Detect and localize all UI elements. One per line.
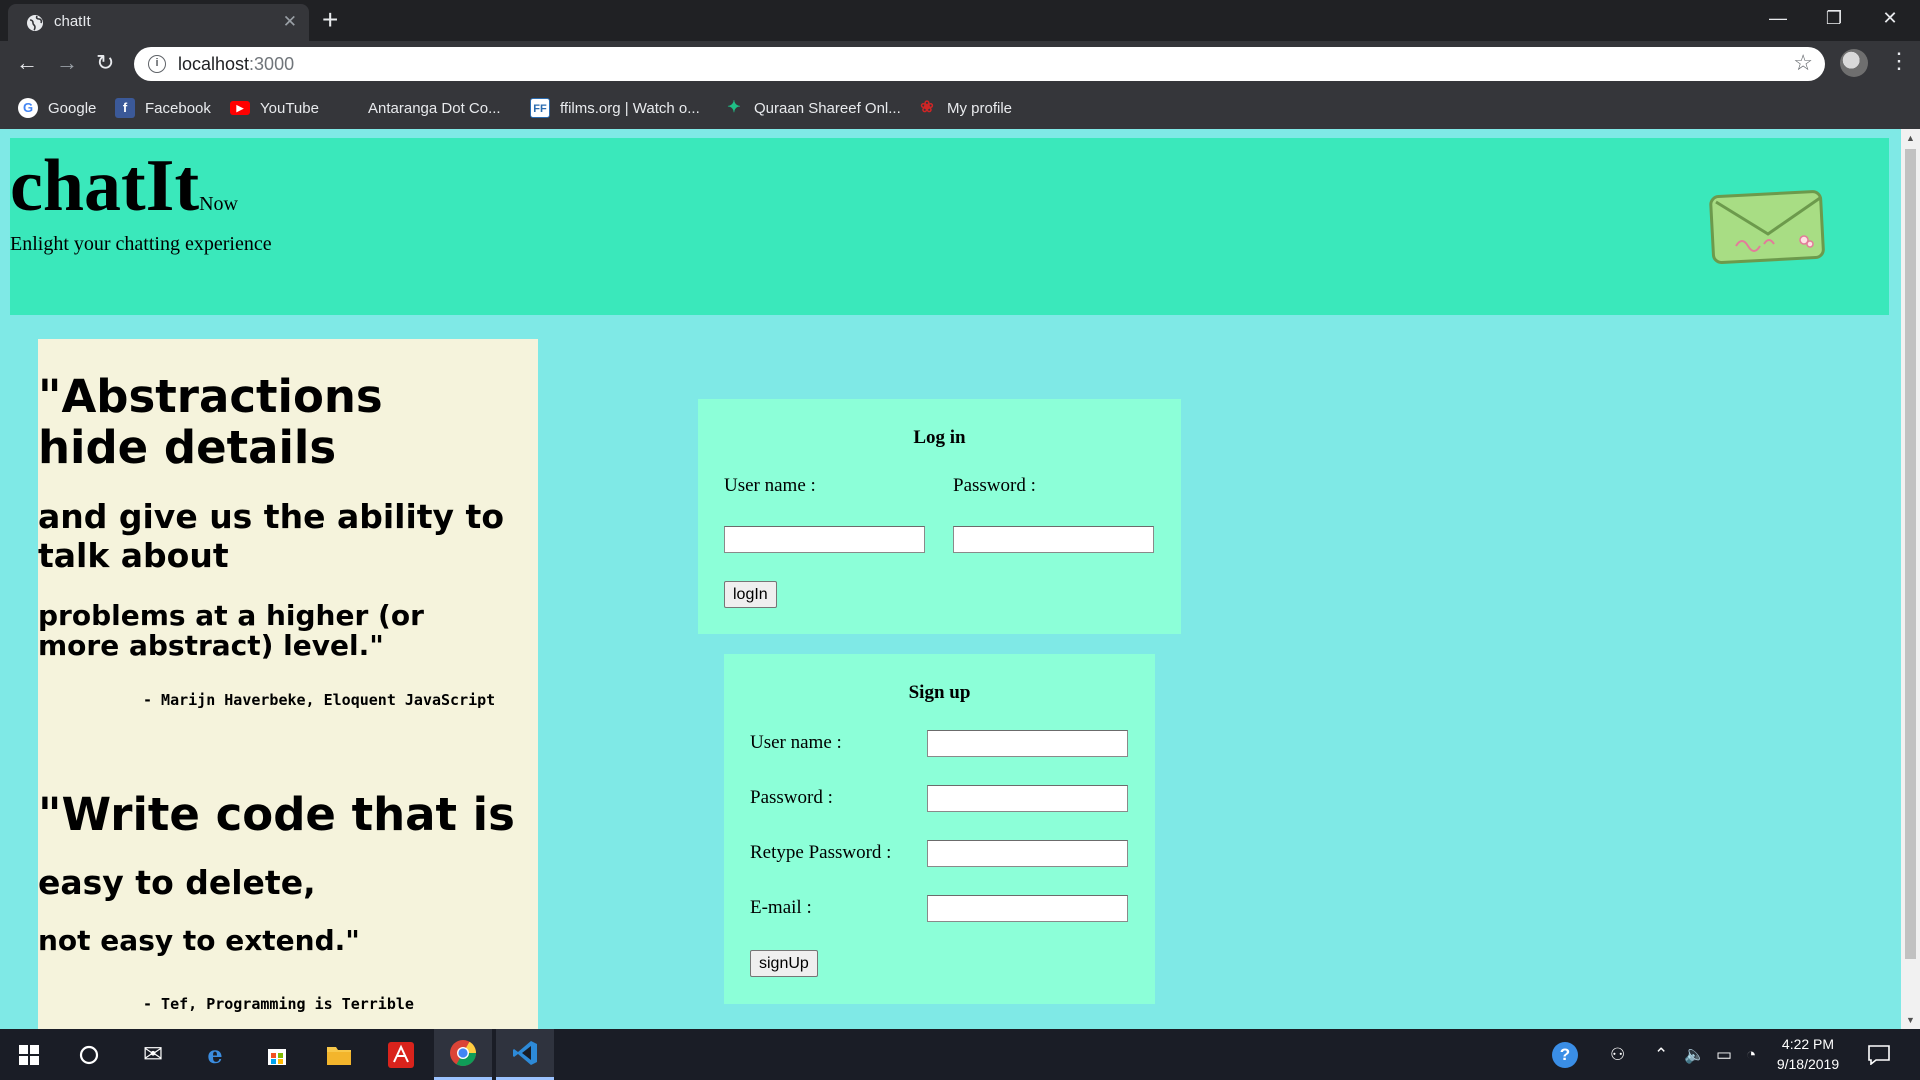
restore-button[interactable]: ❐ (1806, 0, 1862, 36)
scroll-down-arrow-icon[interactable]: ▼ (1901, 1015, 1920, 1025)
signup-password-input[interactable] (927, 785, 1128, 812)
file-explorer-icon[interactable] (310, 1029, 368, 1080)
tagline: Enlight your chatting experience (10, 233, 272, 255)
signup-form: Sign up User name : Password : Retype Pa… (724, 654, 1155, 1004)
system-clock[interactable]: 4:22 PM 9/18/2019 (1768, 1034, 1848, 1074)
browser-title-bar: chatIt ✕ + — ❐ ✕ (0, 0, 1920, 41)
new-tab-button[interactable]: + (322, 4, 338, 36)
url-text[interactable]: localhost:3000 (178, 54, 294, 75)
quote-1-citation: - Marijn Haverbeke, Eloquent JavaScript (143, 691, 496, 709)
notification-center-icon[interactable] (1868, 1029, 1890, 1080)
quote-2-line-2: easy to delete, (38, 863, 316, 902)
facebook-icon: f (115, 98, 135, 118)
quote-1-line-3: problems at a higher (or more abstract) … (38, 599, 424, 662)
brand-suffix: Now (199, 193, 238, 215)
volume-icon[interactable]: 🔈 (1684, 1029, 1705, 1080)
back-button[interactable]: ← (16, 50, 38, 76)
login-title: Log in (913, 427, 966, 448)
blank-page-icon (338, 98, 358, 118)
reload-button[interactable]: ↻ (96, 50, 114, 76)
profile-icon: ❀ (920, 99, 934, 116)
windows-taskbar: ✉ e ? ⚇ ⌃ 🔈 ▭ ◔ 4:22 PM 9/18/2019 (0, 1029, 1920, 1080)
store-icon[interactable] (248, 1029, 306, 1080)
login-form: Log in User name : Password : logIn (698, 399, 1181, 634)
profile-avatar[interactable] (1840, 49, 1868, 77)
globe-icon (27, 15, 43, 31)
edge-browser-icon[interactable]: e (186, 1029, 244, 1080)
browser-toolbar: ← → ↻ i localhost:3000 ☆ ⋮ (0, 41, 1920, 87)
address-bar[interactable]: i localhost:3000 ☆ (134, 47, 1825, 81)
windows-start-icon[interactable] (0, 1029, 58, 1080)
page-scrollbar[interactable]: ▲ ▼ (1901, 129, 1920, 1029)
bookmark-antaranga[interactable]: Antaranga Dot Co... (338, 87, 501, 129)
signup-button[interactable]: signUp (750, 950, 818, 977)
bookmark-youtube[interactable]: ▶ YouTube (230, 87, 319, 129)
info-icon[interactable]: i (148, 55, 166, 73)
signup-retype-password-label: Retype Password : (750, 842, 892, 863)
quote-2-line-1: "Write code that is (38, 788, 515, 841)
signup-email-label: E-mail : (750, 897, 812, 918)
quote-2-citation: - Tef, Programming is Terrible (143, 995, 414, 1013)
show-hidden-icons-chevron-icon[interactable]: ⌃ (1654, 1029, 1668, 1080)
login-password-input[interactable] (953, 526, 1154, 553)
wifi-icon[interactable]: ◔ (1746, 1029, 1756, 1080)
forward-button[interactable]: → (56, 50, 78, 76)
minimize-button[interactable]: — (1750, 0, 1806, 36)
tab-title: chatIt (54, 13, 91, 30)
people-icon[interactable]: ⚇ (1610, 1029, 1625, 1080)
signup-title: Sign up (908, 682, 971, 703)
brand-name: chatIt (10, 145, 200, 227)
bookmark-quran[interactable]: ✦ Quraan Shareef Onl... (724, 87, 900, 129)
brand-logo[interactable]: chatItNow (10, 144, 238, 229)
bookmark-my-profile[interactable]: ❀ My profile (917, 87, 1012, 129)
envelope-icon (1709, 190, 1825, 264)
quote-1-line-1: "Abstractions hide details (38, 370, 383, 474)
quran-icon: ✦ (727, 99, 741, 116)
youtube-icon: ▶ (230, 101, 250, 115)
close-window-button[interactable]: ✕ (1862, 0, 1918, 36)
help-tray-icon[interactable]: ? (1552, 1029, 1578, 1080)
tab-close-icon[interactable]: ✕ (283, 12, 297, 32)
kebab-menu-icon[interactable]: ⋮ (1888, 48, 1910, 74)
signup-username-label: User name : (750, 732, 842, 753)
browser-tab[interactable]: chatIt ✕ (8, 4, 309, 41)
quotes-panel: "Abstractions hide details and give us t… (38, 339, 538, 1029)
chrome-taskbar-icon[interactable] (434, 1029, 492, 1080)
login-button[interactable]: logIn (724, 581, 777, 608)
login-username-input[interactable] (724, 526, 925, 553)
site-header: chatItNow Enlight your chatting experien… (10, 138, 1889, 315)
signup-username-input[interactable] (927, 730, 1128, 757)
bookmark-star-icon[interactable]: ☆ (1793, 50, 1813, 76)
quote-1-line-2: and give us the ability to talk about (38, 497, 504, 575)
scroll-up-arrow-icon[interactable]: ▲ (1901, 133, 1920, 143)
bookmark-facebook[interactable]: f Facebook (115, 87, 211, 129)
signup-password-label: Password : (750, 787, 833, 808)
google-icon: G (18, 98, 38, 118)
quote-2-line-3: not easy to extend." (38, 924, 360, 957)
login-username-label: User name : (724, 475, 816, 496)
bookmark-ffilms[interactable]: FF ffilms.org | Watch o... (530, 87, 700, 129)
battery-icon[interactable]: ▭ (1716, 1029, 1732, 1080)
acrobat-reader-icon[interactable] (372, 1029, 430, 1080)
ffilms-icon: FF (530, 98, 550, 118)
vscode-icon[interactable] (496, 1029, 554, 1080)
login-password-label: Password : (953, 475, 1036, 496)
scrollbar-thumb[interactable] (1905, 149, 1916, 959)
search-icon[interactable] (60, 1029, 118, 1080)
mail-icon[interactable]: ✉ (124, 1029, 182, 1080)
clock-time: 4:22 PM (1781, 1036, 1835, 1052)
bookmarks-bar: G Google f Facebook ▶ YouTube Antaranga … (0, 87, 1920, 129)
signup-email-input[interactable] (927, 895, 1128, 922)
bookmark-google[interactable]: G Google (18, 87, 96, 129)
page-viewport: chatItNow Enlight your chatting experien… (0, 129, 1901, 1029)
signup-retype-password-input[interactable] (927, 840, 1128, 867)
clock-date: 9/18/2019 (1776, 1056, 1840, 1072)
